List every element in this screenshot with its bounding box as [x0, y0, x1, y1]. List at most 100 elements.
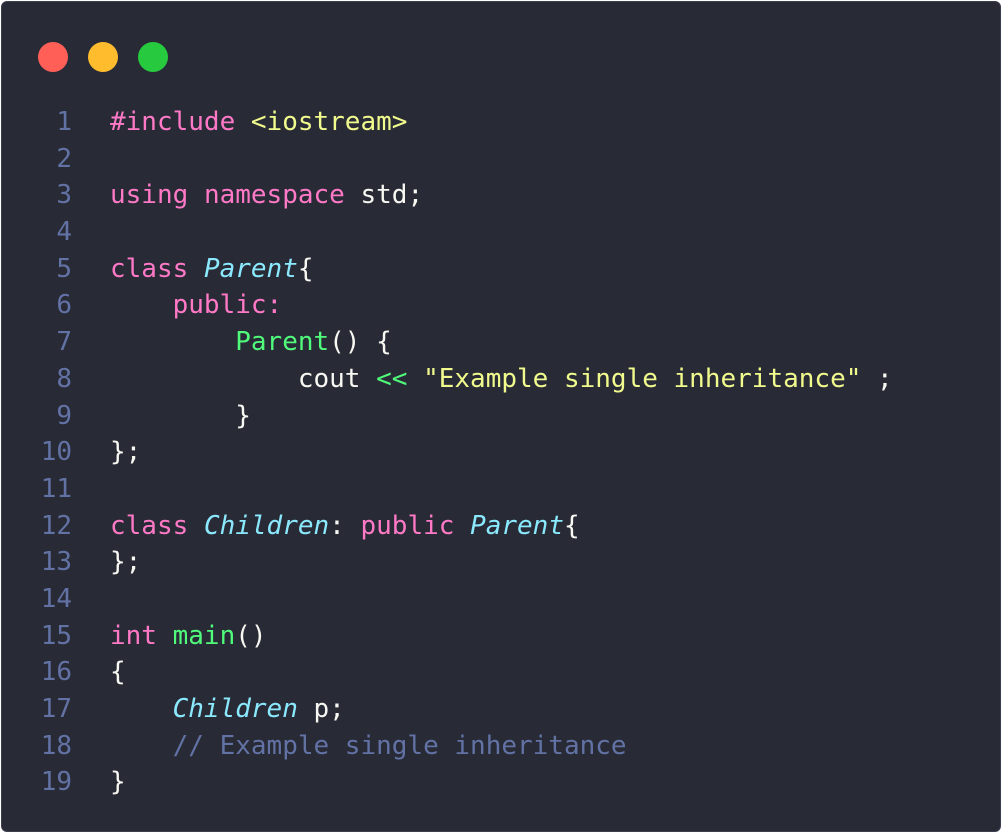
line-number: 16	[40, 657, 72, 688]
line-number: 13	[40, 547, 72, 578]
line-number: 1	[56, 107, 72, 137]
code-token: };	[110, 547, 142, 578]
code-line: 7 Parent() {	[2, 324, 1002, 361]
close-dot-icon[interactable]	[38, 42, 68, 72]
code-token: main	[172, 620, 236, 651]
line-number: 17	[40, 694, 72, 724]
code-text: class Parent{	[110, 251, 314, 288]
code-text: };	[110, 544, 141, 581]
code-text: public:	[110, 287, 283, 324]
code-text: #include <iostream>	[110, 104, 407, 141]
code-token: ()	[235, 620, 267, 651]
code-line: 15 int main()	[2, 618, 1002, 655]
code-line: 17 Children p;	[2, 691, 1002, 728]
code-token: Parent	[203, 253, 298, 284]
line-number: 4	[56, 217, 72, 248]
code-text: class Children: public Parent{	[110, 508, 580, 545]
line-number: 14	[40, 583, 72, 614]
line-number: 7	[56, 327, 72, 358]
code-token: () {	[329, 327, 392, 358]
code-text: cout << "Example single inheritance" ;	[110, 361, 893, 398]
code-line: 13};	[2, 544, 1002, 581]
code-text: int main()	[110, 618, 267, 655]
line-number: 5	[56, 253, 72, 284]
code-token: "Example single inheritance"	[423, 363, 862, 394]
code-line: 19}	[2, 764, 1002, 801]
maximize-dot-icon[interactable]	[138, 42, 168, 72]
code-token: Children	[172, 694, 298, 724]
code-token: cout	[110, 363, 377, 394]
code-line: 9 }	[2, 398, 1002, 435]
code-line: 14	[2, 581, 1002, 618]
code-token: #include	[110, 107, 251, 137]
code-token: Parent	[470, 510, 564, 541]
line-number: 19	[40, 767, 72, 798]
code-token: {	[110, 657, 126, 688]
line-number: 11	[40, 473, 72, 504]
code-line: 6 public:	[2, 287, 1002, 324]
code-token: };	[110, 437, 142, 468]
line-number: 3	[56, 180, 72, 211]
code-line: 3 using namespace std;	[2, 177, 1002, 214]
code-text: {	[110, 654, 126, 691]
code-token: Children	[203, 510, 330, 541]
code-token: namespace	[203, 180, 345, 211]
code-line: 1 #include <iostream>	[2, 104, 1002, 141]
code-line: 12 class Children: public Parent{	[2, 508, 1002, 545]
code-text: }	[110, 398, 251, 435]
line-number: 8	[56, 363, 72, 394]
code-token: {	[297, 253, 314, 284]
code-token: class	[110, 510, 189, 541]
code-token: }	[110, 767, 126, 798]
code-token: }	[110, 400, 251, 431]
code-block[interactable]: 1 #include <iostream> 2 3 using namespace st…	[2, 104, 1002, 801]
line-number: 15	[40, 620, 72, 651]
code-line: 16 {	[2, 654, 1002, 691]
line-number: 6	[56, 290, 72, 321]
code-token: class	[110, 253, 189, 284]
code-token: // Example single inheritance	[172, 730, 627, 761]
code-token: public:	[172, 290, 283, 321]
code-text: }	[110, 764, 126, 801]
code-window: 1 #include <iostream> 2 3 using namespace st…	[1, 1, 1001, 832]
code-line: 18 // Example single inheritance	[2, 728, 1002, 765]
code-line: 2	[2, 141, 1002, 178]
code-token: int	[110, 620, 157, 651]
code-token: Parent	[235, 327, 330, 358]
code-line: 10};	[2, 434, 1002, 471]
code-text: Children p;	[110, 691, 345, 728]
code-line: 8 cout << "Example single inheritance" ;	[2, 361, 1002, 398]
code-token: std;	[344, 180, 424, 211]
code-token: ;	[861, 363, 893, 394]
code-token: public	[360, 510, 455, 541]
code-text: Parent() {	[110, 324, 392, 361]
line-number: 2	[56, 143, 72, 174]
code-text: };	[110, 434, 141, 471]
code-token: <<	[376, 363, 408, 394]
code-text: // Example single inheritance	[110, 728, 627, 765]
code-token: {	[563, 510, 580, 541]
code-token: using	[110, 180, 189, 211]
line-number: 9	[56, 400, 72, 431]
code-line: 5 class Parent{	[2, 251, 1002, 288]
code-token: <iostream>	[250, 107, 408, 137]
line-number: 18	[40, 730, 72, 761]
line-number: 10	[40, 437, 72, 468]
code-token: :	[329, 510, 361, 541]
code-line: 11	[2, 471, 1002, 508]
minimize-dot-icon[interactable]	[88, 42, 118, 72]
code-token: p;	[297, 694, 345, 724]
code-text: using namespace std;	[110, 177, 423, 214]
line-number: 12	[40, 510, 72, 541]
code-line: 4	[2, 214, 1002, 251]
